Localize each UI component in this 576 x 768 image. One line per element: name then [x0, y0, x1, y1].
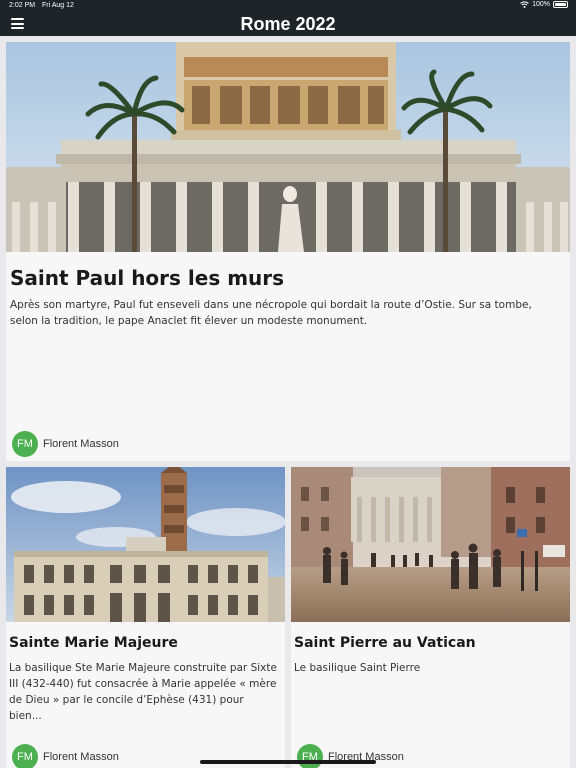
- avatar: FM: [12, 431, 38, 457]
- battery-percent: 100%: [532, 1, 550, 8]
- article-image-saint-paul: [6, 42, 570, 252]
- battery-icon: [553, 1, 568, 8]
- status-date: Fri Aug 12: [42, 2, 74, 9]
- article-author: FM Florent Masson: [12, 431, 119, 457]
- author-name: Florent Masson: [43, 751, 119, 763]
- avatar: FM: [297, 744, 323, 768]
- article-image-saint-pierre: [291, 467, 570, 622]
- author-name: Florent Masson: [43, 438, 119, 450]
- article-title: Sainte Marie Majeure: [9, 635, 178, 651]
- home-indicator[interactable]: [200, 760, 376, 764]
- article-author: FM Florent Masson: [12, 744, 119, 768]
- page-title: Rome 2022: [240, 14, 336, 34]
- status-bar: 2:02 PM Fri Aug 12 100%: [0, 0, 576, 12]
- article-title: Saint Pierre au Vatican: [294, 635, 476, 651]
- article-author: FM Florent Masson: [297, 744, 404, 768]
- article-card-saint-paul[interactable]: Saint Paul hors les murs Après son marty…: [6, 42, 570, 461]
- status-right: 100%: [520, 1, 568, 8]
- article-card-sainte-marie[interactable]: Sainte Marie Majeure La basilique Ste Ma…: [6, 467, 285, 768]
- wifi-icon: [520, 1, 529, 8]
- article-card-saint-pierre[interactable]: Saint Pierre au Vatican Le basilique Sai…: [291, 467, 570, 768]
- article-excerpt: Après son martyre, Paul fut enseveli dan…: [10, 299, 532, 327]
- article-title: Saint Paul hors les murs: [10, 266, 285, 290]
- article-excerpt: La basilique Ste Marie Majeure construit…: [9, 662, 277, 722]
- article-image-sainte-marie: [6, 467, 285, 622]
- avatar: FM: [12, 744, 38, 768]
- status-time: 2:02 PM: [9, 2, 36, 9]
- top-navigation-bar: Rome 2022: [0, 12, 576, 36]
- article-excerpt: Le basilique Saint Pierre: [294, 662, 421, 674]
